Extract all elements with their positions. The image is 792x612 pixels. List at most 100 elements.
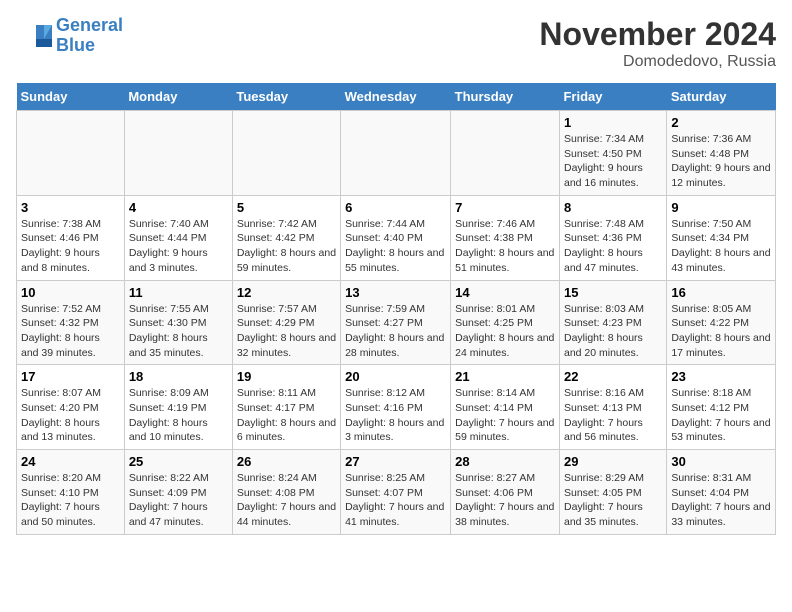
column-header-friday: Friday <box>559 83 666 111</box>
title-area: November 2024 Domodedovo, Russia <box>539 16 776 71</box>
calendar-cell <box>124 111 232 196</box>
day-info: Sunrise: 8:31 AMSunset: 4:04 PMDaylight:… <box>671 471 771 530</box>
day-info: Sunrise: 7:38 AMSunset: 4:46 PMDaylight:… <box>21 217 120 276</box>
day-info: Sunrise: 7:59 AMSunset: 4:27 PMDaylight:… <box>345 302 446 361</box>
day-number: 1 <box>564 115 662 130</box>
day-info: Sunrise: 7:46 AMSunset: 4:38 PMDaylight:… <box>455 217 555 276</box>
day-info: Sunrise: 7:55 AMSunset: 4:30 PMDaylight:… <box>129 302 228 361</box>
calendar-cell <box>17 111 125 196</box>
calendar-cell: 6Sunrise: 7:44 AMSunset: 4:40 PMDaylight… <box>341 195 451 280</box>
day-info: Sunrise: 7:48 AMSunset: 4:36 PMDaylight:… <box>564 217 662 276</box>
day-number: 26 <box>237 454 336 469</box>
day-info: Sunrise: 7:50 AMSunset: 4:34 PMDaylight:… <box>671 217 771 276</box>
day-info: Sunrise: 8:16 AMSunset: 4:13 PMDaylight:… <box>564 386 662 445</box>
logo: General Blue <box>16 16 123 56</box>
day-info: Sunrise: 8:20 AMSunset: 4:10 PMDaylight:… <box>21 471 120 530</box>
day-info: Sunrise: 8:29 AMSunset: 4:05 PMDaylight:… <box>564 471 662 530</box>
calendar-cell <box>451 111 560 196</box>
calendar-cell: 2 Sunrise: 7:36 AMSunset: 4:48 PMDaylight… <box>667 111 776 196</box>
calendar-cell: 8 Sunrise: 7:48 AMSunset: 4:36 PMDaylight… <box>559 195 666 280</box>
day-number: 8 <box>564 200 662 215</box>
day-info: Sunrise: 7:36 AMSunset: 4:48 PMDaylight:… <box>671 132 771 191</box>
day-number: 10 <box>21 285 120 300</box>
day-number: 2 <box>671 115 771 130</box>
month-title: November 2024 <box>539 16 776 53</box>
calendar-cell: 5Sunrise: 7:42 AMSunset: 4:42 PMDaylight… <box>232 195 340 280</box>
day-number: 28 <box>455 454 555 469</box>
logo-line2: Blue <box>56 35 95 55</box>
day-info: Sunrise: 8:01 AMSunset: 4:25 PMDaylight:… <box>455 302 555 361</box>
calendar-cell: 21 Sunrise: 8:14 AMSunset: 4:14 PMDayligh… <box>451 365 560 450</box>
calendar-cell: 30 Sunrise: 8:31 AMSunset: 4:04 PMDayligh… <box>667 450 776 535</box>
logo-icon <box>16 21 52 51</box>
day-info: Sunrise: 8:03 AMSunset: 4:23 PMDaylight:… <box>564 302 662 361</box>
day-number: 4 <box>129 200 228 215</box>
calendar-cell: 14 Sunrise: 8:01 AMSunset: 4:25 PMDayligh… <box>451 280 560 365</box>
calendar-cell: 22Sunrise: 8:16 AMSunset: 4:13 PMDayligh… <box>559 365 666 450</box>
column-header-thursday: Thursday <box>451 83 560 111</box>
day-info: Sunrise: 8:25 AMSunset: 4:07 PMDaylight:… <box>345 471 446 530</box>
column-header-monday: Monday <box>124 83 232 111</box>
calendar-week-row: 17 Sunrise: 8:07 AMSunset: 4:20 PMDayligh… <box>17 365 776 450</box>
column-header-sunday: Sunday <box>17 83 125 111</box>
calendar-cell <box>232 111 340 196</box>
calendar-cell: 12Sunrise: 7:57 AMSunset: 4:29 PMDayligh… <box>232 280 340 365</box>
calendar-cell <box>341 111 451 196</box>
day-info: Sunrise: 7:52 AMSunset: 4:32 PMDaylight:… <box>21 302 120 361</box>
calendar-cell: 4Sunrise: 7:40 AMSunset: 4:44 PMDaylight… <box>124 195 232 280</box>
day-info: Sunrise: 8:12 AMSunset: 4:16 PMDaylight:… <box>345 386 446 445</box>
calendar-cell: 29 Sunrise: 8:29 AMSunset: 4:05 PMDayligh… <box>559 450 666 535</box>
column-header-wednesday: Wednesday <box>341 83 451 111</box>
page-header: General Blue November 2024 Domodedovo, R… <box>16 16 776 71</box>
calendar-cell: 17 Sunrise: 8:07 AMSunset: 4:20 PMDayligh… <box>17 365 125 450</box>
day-number: 7 <box>455 200 555 215</box>
day-number: 27 <box>345 454 446 469</box>
logo-text: General Blue <box>56 16 123 56</box>
day-info: Sunrise: 8:07 AMSunset: 4:20 PMDaylight:… <box>21 386 120 445</box>
day-info: Sunrise: 8:05 AMSunset: 4:22 PMDaylight:… <box>671 302 771 361</box>
calendar-cell: 10 Sunrise: 7:52 AMSunset: 4:32 PMDayligh… <box>17 280 125 365</box>
calendar-cell: 27 Sunrise: 8:25 AMSunset: 4:07 PMDayligh… <box>341 450 451 535</box>
day-number: 20 <box>345 369 446 384</box>
calendar-cell: 19Sunrise: 8:11 AMSunset: 4:17 PMDayligh… <box>232 365 340 450</box>
day-info: Sunrise: 8:11 AMSunset: 4:17 PMDaylight:… <box>237 386 336 445</box>
calendar-week-row: 10 Sunrise: 7:52 AMSunset: 4:32 PMDayligh… <box>17 280 776 365</box>
day-info: Sunrise: 8:14 AMSunset: 4:14 PMDaylight:… <box>455 386 555 445</box>
logo-line1: General <box>56 15 123 35</box>
calendar-cell: 13Sunrise: 7:59 AMSunset: 4:27 PMDayligh… <box>341 280 451 365</box>
day-info: Sunrise: 7:34 AMSunset: 4:50 PMDaylight:… <box>564 132 662 191</box>
calendar-week-row: 24 Sunrise: 8:20 AMSunset: 4:10 PMDayligh… <box>17 450 776 535</box>
calendar-cell: 9 Sunrise: 7:50 AMSunset: 4:34 PMDaylight… <box>667 195 776 280</box>
day-number: 15 <box>564 285 662 300</box>
location: Domodedovo, Russia <box>539 53 776 71</box>
day-info: Sunrise: 8:22 AMSunset: 4:09 PMDaylight:… <box>129 471 228 530</box>
day-number: 17 <box>21 369 120 384</box>
calendar-cell: 23 Sunrise: 8:18 AMSunset: 4:12 PMDayligh… <box>667 365 776 450</box>
day-number: 25 <box>129 454 228 469</box>
column-header-saturday: Saturday <box>667 83 776 111</box>
day-info: Sunrise: 7:42 AMSunset: 4:42 PMDaylight:… <box>237 217 336 276</box>
day-number: 3 <box>21 200 120 215</box>
day-number: 16 <box>671 285 771 300</box>
day-info: Sunrise: 7:44 AMSunset: 4:40 PMDaylight:… <box>345 217 446 276</box>
day-info: Sunrise: 8:09 AMSunset: 4:19 PMDaylight:… <box>129 386 228 445</box>
calendar-cell: 20 Sunrise: 8:12 AMSunset: 4:16 PMDayligh… <box>341 365 451 450</box>
day-number: 14 <box>455 285 555 300</box>
day-number: 21 <box>455 369 555 384</box>
day-number: 30 <box>671 454 771 469</box>
calendar-header-row: SundayMondayTuesdayWednesdayThursdayFrid… <box>17 83 776 111</box>
day-info: Sunrise: 8:18 AMSunset: 4:12 PMDaylight:… <box>671 386 771 445</box>
day-info: Sunrise: 8:27 AMSunset: 4:06 PMDaylight:… <box>455 471 555 530</box>
calendar-cell: 28 Sunrise: 8:27 AMSunset: 4:06 PMDayligh… <box>451 450 560 535</box>
calendar-week-row: 3 Sunrise: 7:38 AMSunset: 4:46 PMDaylight… <box>17 195 776 280</box>
day-number: 29 <box>564 454 662 469</box>
day-number: 12 <box>237 285 336 300</box>
day-number: 9 <box>671 200 771 215</box>
calendar-cell: 24 Sunrise: 8:20 AMSunset: 4:10 PMDayligh… <box>17 450 125 535</box>
day-number: 24 <box>21 454 120 469</box>
calendar-cell: 3 Sunrise: 7:38 AMSunset: 4:46 PMDaylight… <box>17 195 125 280</box>
calendar-cell: 7 Sunrise: 7:46 AMSunset: 4:38 PMDaylight… <box>451 195 560 280</box>
day-number: 18 <box>129 369 228 384</box>
day-number: 23 <box>671 369 771 384</box>
column-header-tuesday: Tuesday <box>232 83 340 111</box>
